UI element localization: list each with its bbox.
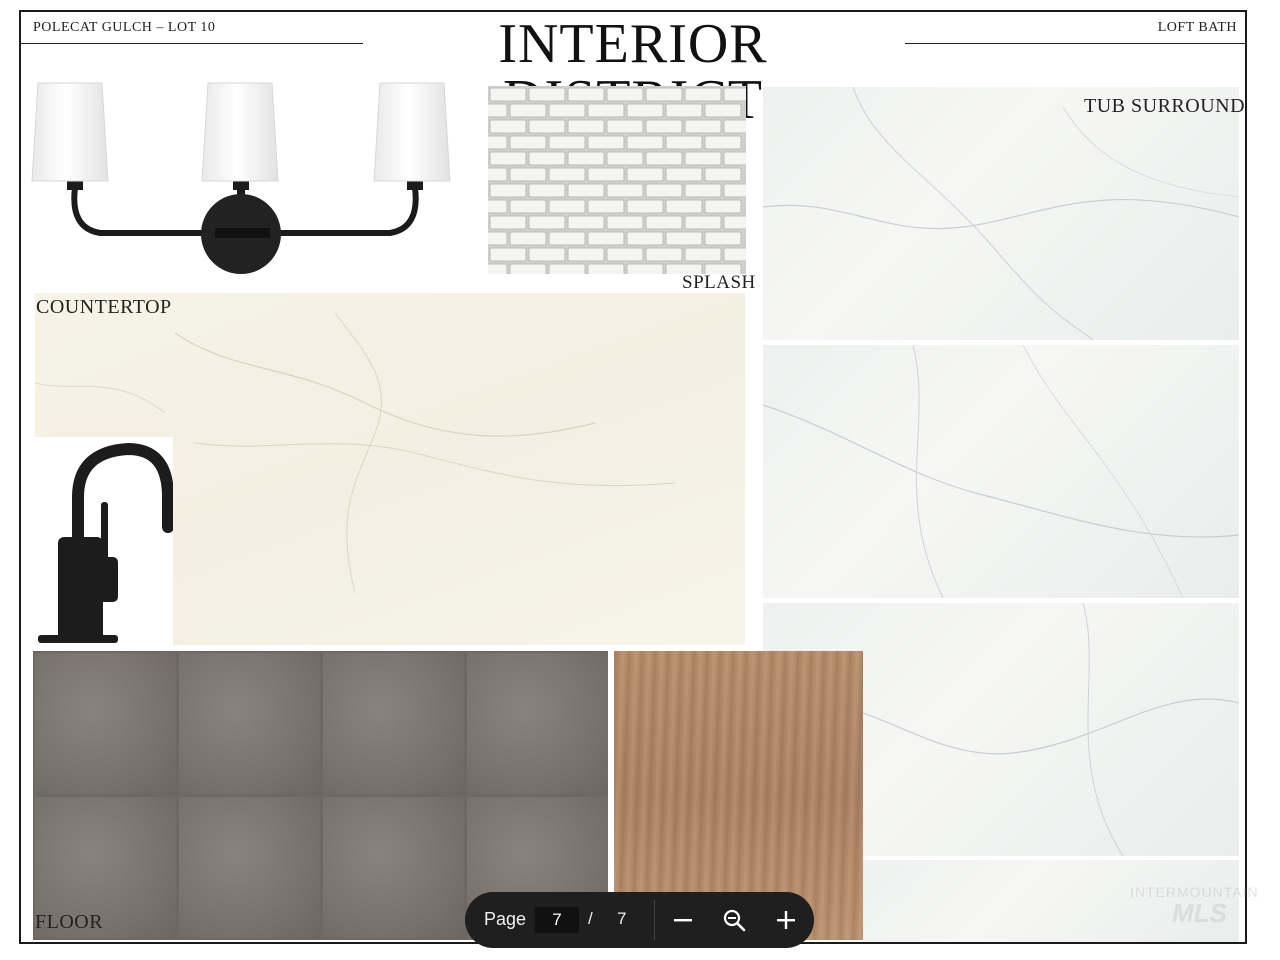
tub-surround-swatch-1	[763, 87, 1239, 340]
page-number-input[interactable]	[535, 907, 579, 933]
toolbar-divider	[654, 900, 655, 940]
splash-swatch	[488, 86, 746, 274]
floor-tile	[179, 797, 320, 938]
countertop-label: COUNTERTOP	[36, 296, 172, 318]
plus-icon	[777, 911, 795, 929]
magnifier-icon	[723, 909, 746, 932]
zoom-out-button[interactable]	[665, 902, 701, 938]
faucet-image	[33, 437, 173, 645]
floor-tile	[323, 653, 464, 794]
vanity-light-image	[30, 78, 460, 278]
floor-tile	[323, 797, 464, 938]
watermark-logo: MLS	[1172, 898, 1227, 928]
page-label: Page	[484, 909, 527, 929]
faucet-icon	[38, 442, 173, 643]
room-name: LOFT BATH	[1157, 20, 1237, 35]
vanity-light-icon	[31, 82, 451, 274]
zoom-in-button[interactable]	[768, 902, 804, 938]
total-pages: 7	[617, 909, 627, 928]
title-rule-left	[21, 43, 363, 44]
minus-icon	[674, 919, 692, 922]
tub-surround-label: TUB SURROUND	[1084, 95, 1246, 117]
floor-label: FLOOR	[35, 911, 104, 933]
title-rule-right	[905, 43, 1246, 44]
tub-surround-swatch-2	[763, 345, 1239, 598]
floor-tile	[35, 653, 176, 794]
pdf-viewer-toolbar: Page / 7	[465, 892, 814, 948]
splash-label: SPLASH	[682, 272, 756, 293]
floor-tile	[467, 653, 608, 794]
page-separator: /	[588, 909, 593, 928]
marble-vein-pattern	[763, 87, 1239, 340]
subway-tile-pattern	[488, 86, 746, 274]
marble-vein-pattern	[763, 345, 1239, 598]
floor-tile	[179, 653, 320, 794]
project-name: POLECAT GULCH – LOT 10	[33, 20, 216, 35]
zoom-reset-button[interactable]	[716, 902, 752, 938]
